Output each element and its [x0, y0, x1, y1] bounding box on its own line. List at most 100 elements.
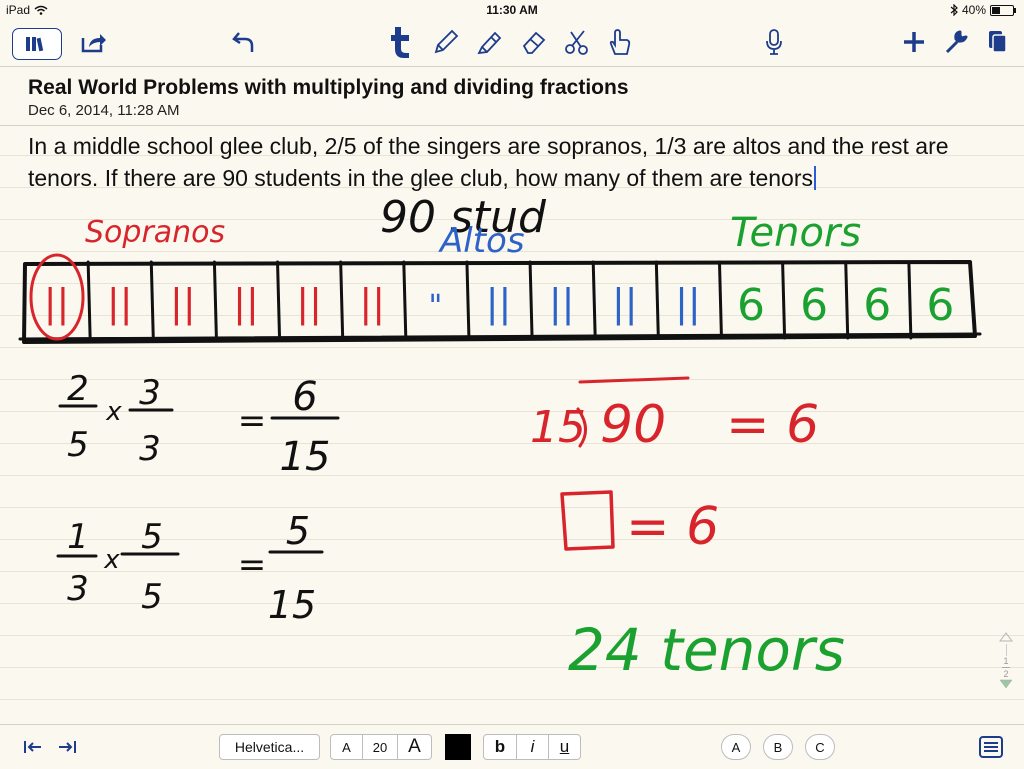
fraction1-result-top: 6 — [292, 374, 317, 420]
answer-text: 24 tenors — [568, 616, 845, 684]
fraction2-times: x — [103, 545, 120, 575]
fraction1-denominator: 5 — [67, 425, 89, 465]
eraser-icon — [522, 31, 546, 54]
pages-button[interactable] — [984, 26, 1012, 58]
style-a-button[interactable]: A — [721, 734, 751, 760]
highlighter-button[interactable] — [474, 26, 506, 58]
bold-button[interactable]: b — [483, 734, 517, 760]
note-title[interactable]: Real World Problems with multiplying and… — [28, 76, 629, 100]
fraction2-result-bottom: 15 — [268, 583, 316, 627]
microphone-button[interactable] — [760, 26, 788, 58]
format-bar: Helvetica... A 20 A b i u A B C — [0, 724, 1024, 769]
fraction1-multiplier-top: 3 — [139, 373, 161, 413]
share-button[interactable] — [78, 26, 110, 58]
fraction2-result-top: 5 — [286, 509, 310, 553]
tape-cell-mark: 6 — [800, 280, 828, 331]
tape-divider — [654, 260, 660, 340]
label-tenors: Tenors — [730, 210, 861, 256]
tape-divider — [717, 260, 723, 340]
fraction1-times: x — [105, 397, 122, 427]
tape-divider — [339, 260, 345, 340]
tape-cell-mark: 6 — [926, 280, 954, 331]
underline-button[interactable]: u — [548, 734, 581, 760]
battery-percent: 40% — [961, 3, 986, 17]
tape-cell-mark: || — [675, 281, 701, 326]
tape-divider — [276, 260, 282, 340]
highlighter-icon — [477, 31, 502, 55]
page-down-icon[interactable] — [999, 679, 1013, 689]
label-altos: Altos — [438, 221, 525, 261]
pages-icon — [989, 31, 1007, 53]
tape-divider — [86, 260, 92, 340]
tape-cell-mark: || — [170, 281, 196, 326]
scissors-button[interactable] — [560, 26, 594, 58]
label-sopranos: Sopranos — [85, 215, 225, 250]
fraction2-multiplier-top: 5 — [141, 517, 163, 557]
page-up-icon[interactable] — [999, 632, 1013, 642]
fraction1-numerator: 2 — [67, 369, 89, 409]
indent-decrease-button[interactable] — [20, 731, 46, 763]
tape-cell-mark: || — [233, 281, 259, 326]
undo-button[interactable] — [228, 26, 260, 58]
note-canvas[interactable]: In a middle school glee club, 2/5 of the… — [0, 124, 1024, 724]
page-current: 1 — [1003, 656, 1009, 666]
pen-button[interactable] — [430, 26, 462, 58]
style-b-button[interactable]: B — [763, 734, 793, 760]
division-dividend: 90 — [600, 395, 666, 455]
text-color-swatch[interactable] — [445, 734, 471, 760]
division-divisor: 15 — [530, 402, 586, 453]
tape-divider — [402, 260, 408, 340]
tape-divider — [465, 260, 471, 340]
library-button[interactable] — [12, 28, 62, 60]
share-icon — [81, 34, 106, 53]
font-size-decrease[interactable]: A — [330, 734, 363, 760]
note-header: Real World Problems with multiplying and… — [0, 66, 1024, 126]
tape-cell-mark: || — [107, 281, 133, 326]
tape-cell-mark: || — [296, 281, 322, 326]
tape-divider — [781, 260, 787, 340]
add-button[interactable] — [900, 26, 928, 58]
undo-icon — [232, 32, 254, 52]
bluetooth-icon — [950, 4, 958, 16]
microphone-icon — [766, 29, 782, 55]
hand-button[interactable] — [604, 26, 636, 58]
font-size-increase[interactable]: A — [397, 734, 432, 760]
library-icon — [26, 37, 44, 52]
list-format-button[interactable] — [976, 731, 1006, 763]
fraction2-numerator: 1 — [67, 517, 89, 557]
eraser-button[interactable] — [518, 26, 550, 58]
division-result: = 6 — [726, 395, 819, 455]
text-tool-button[interactable] — [386, 26, 416, 58]
tape-cell-mark: 6 — [863, 280, 891, 331]
tape-divider — [907, 260, 913, 340]
tape-cell-mark: || — [612, 281, 638, 326]
fraction1-equals: = — [238, 401, 267, 441]
tape-cell-mark: " — [428, 289, 442, 324]
italic-button[interactable]: i — [516, 734, 549, 760]
toolbar — [0, 20, 1024, 66]
page-indicator[interactable]: 1 2 — [996, 632, 1016, 700]
add-icon — [904, 32, 924, 52]
outdent-icon — [24, 741, 41, 753]
indent-increase-button[interactable] — [54, 731, 80, 763]
font-picker[interactable]: Helvetica... — [219, 734, 320, 760]
status-time: 11:30 AM — [486, 3, 538, 17]
settings-button[interactable] — [942, 26, 972, 58]
unknown-box — [560, 490, 615, 551]
style-c-button[interactable]: C — [805, 734, 835, 760]
fraction1-result-bottom: 15 — [280, 434, 331, 480]
fraction2-multiplier-bottom: 5 — [141, 577, 163, 617]
tape-cell-mark: || — [486, 281, 512, 326]
note-date: Dec 6, 2014, 11:28 AM — [28, 102, 180, 119]
list-icon — [979, 736, 1003, 758]
tape-cell-mark: || — [549, 281, 575, 326]
hand-icon — [609, 29, 631, 55]
font-size-value[interactable]: 20 — [362, 734, 398, 760]
tape-cell-mark: || — [44, 281, 70, 326]
tape-cell-mark: 6 — [737, 280, 765, 331]
wrench-icon — [945, 30, 968, 54]
status-bar: iPad 11:30 AM 40% — [0, 0, 1024, 20]
scissors-icon — [565, 30, 588, 55]
handwriting-layer: || || || || || || " || || || || 6 6 6 6 Sopranos 90 st… — [18, 192, 982, 684]
tape-divider — [528, 260, 534, 340]
